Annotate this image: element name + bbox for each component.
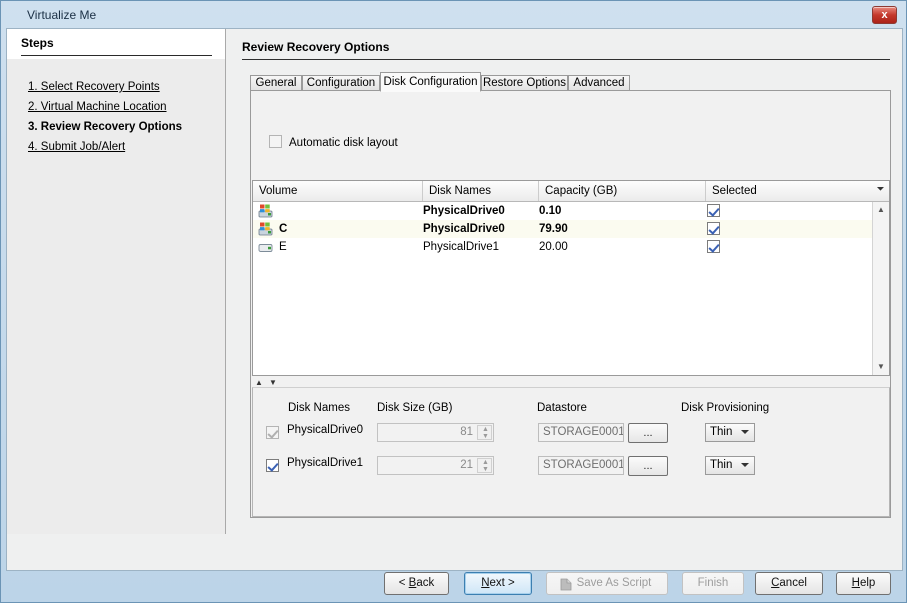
disk-size-value-physicaldrive0: 81 bbox=[460, 426, 473, 438]
datastore-field-physicaldrive0[interactable]: STORAGE0001 bbox=[538, 423, 624, 442]
back-button-prefix: < bbox=[399, 577, 409, 589]
close-icon[interactable]: x bbox=[872, 6, 897, 24]
save-as-script-label: Save As Script bbox=[577, 577, 652, 589]
system-volume-icon bbox=[258, 222, 275, 236]
sidebar-item-review-recovery-options: 3. Review Recovery Options bbox=[28, 121, 182, 133]
page-title-divider bbox=[242, 59, 890, 60]
cell-disk-name: PhysicalDrive1 bbox=[423, 238, 499, 256]
disk-provisioning-select-physicaldrive1[interactable]: Thin bbox=[705, 456, 755, 475]
page-title: Review Recovery Options bbox=[242, 40, 389, 54]
sidebar-item-select-recovery-points[interactable]: 1. Select Recovery Points bbox=[28, 81, 160, 93]
cancel-button[interactable]: Cancel bbox=[755, 572, 823, 595]
disk-size-stepper-physicaldrive1[interactable]: 21 ▲▼ bbox=[377, 456, 494, 475]
disk-size-stepper-physicaldrive0[interactable]: 81 ▲▼ bbox=[377, 423, 494, 442]
finish-button-label: Finish bbox=[698, 577, 729, 589]
cell-volume: E bbox=[279, 238, 287, 256]
volumes-grid-header: Volume Disk Names Capacity (GB) Selected… bbox=[253, 181, 889, 202]
steps-sidebar: Steps 1. Select Recovery Points 2. Virtu… bbox=[7, 29, 226, 534]
detail-header-disk-size: Disk Size (GB) bbox=[377, 402, 452, 414]
cell-selected-checkbox[interactable] bbox=[707, 204, 720, 217]
column-header-selected[interactable]: Selected bbox=[706, 181, 873, 201]
tab-disk-configuration[interactable]: Disk Configuration bbox=[380, 72, 481, 92]
scroll-up-icon[interactable]: ▲ bbox=[873, 202, 889, 218]
disk-provisioning-value-physicaldrive0: Thin bbox=[710, 426, 732, 438]
splitter-collapse-down-icon[interactable]: ▼ bbox=[269, 379, 277, 387]
content-pane: Review Recovery Options General Configur… bbox=[226, 29, 902, 534]
detail-row-checkbox-physicaldrive0[interactable] bbox=[266, 426, 279, 439]
table-row[interactable]: PhysicalDrive0 0.10 bbox=[253, 202, 873, 220]
stepper-buttons-icon[interactable]: ▲▼ bbox=[477, 458, 492, 473]
tab-restore-options[interactable]: Restore Options bbox=[481, 75, 568, 91]
automatic-disk-layout-label: Automatic disk layout bbox=[289, 137, 398, 149]
help-button-mnemonic: H bbox=[852, 577, 860, 589]
automatic-disk-layout-checkbox[interactable] bbox=[269, 135, 282, 148]
column-header-volume[interactable]: Volume bbox=[253, 181, 423, 201]
cell-disk-name: PhysicalDrive0 bbox=[423, 202, 505, 220]
cell-capacity: 79.90 bbox=[539, 220, 568, 238]
steps-heading: Steps bbox=[21, 36, 54, 50]
detail-row-name-physicaldrive0: PhysicalDrive0 bbox=[287, 424, 363, 436]
detail-row-checkbox-physicaldrive1[interactable] bbox=[266, 459, 279, 472]
detail-header-disk-provisioning: Disk Provisioning bbox=[681, 402, 769, 414]
script-icon bbox=[560, 578, 572, 591]
steps-divider bbox=[21, 55, 212, 56]
cell-disk-name: PhysicalDrive0 bbox=[423, 220, 505, 238]
save-as-script-button: Save As Script bbox=[546, 572, 668, 595]
title-bar: Virtualize Me x bbox=[5, 3, 904, 29]
tab-advanced[interactable]: Advanced bbox=[568, 75, 630, 91]
column-header-capacity[interactable]: Capacity (GB) bbox=[539, 181, 706, 201]
back-button[interactable]: < Back bbox=[384, 572, 449, 595]
datastore-field-physicaldrive1[interactable]: STORAGE0001 bbox=[538, 456, 624, 475]
cell-selected-checkbox[interactable] bbox=[707, 222, 720, 235]
chevron-down-icon bbox=[741, 463, 749, 467]
finish-button: Finish bbox=[682, 572, 744, 595]
detail-header-disk-names: Disk Names bbox=[288, 402, 350, 414]
next-button-mnemonic: N bbox=[481, 577, 489, 589]
help-button-label: elp bbox=[860, 577, 875, 589]
detail-header-datastore: Datastore bbox=[537, 402, 587, 414]
tab-panel-disk-configuration: Automatic disk layout Volume Disk Names … bbox=[250, 90, 891, 518]
cancel-button-label: ancel bbox=[779, 577, 807, 589]
detail-row-name-physicaldrive1: PhysicalDrive1 bbox=[287, 457, 363, 469]
tab-configuration[interactable]: Configuration bbox=[302, 75, 380, 91]
chevron-down-icon bbox=[741, 430, 749, 434]
chevron-double-down-icon[interactable]: ⏷ bbox=[872, 181, 889, 201]
back-button-label: ack bbox=[416, 577, 434, 589]
scroll-down-icon[interactable]: ▼ bbox=[873, 359, 889, 375]
drive-icon bbox=[258, 240, 275, 254]
table-row[interactable]: C PhysicalDrive0 79.90 bbox=[253, 220, 873, 238]
cell-capacity: 20.00 bbox=[539, 238, 568, 256]
tab-general[interactable]: General bbox=[250, 75, 302, 91]
disk-size-value-physicaldrive1: 21 bbox=[460, 459, 473, 471]
splitter-collapse-up-icon[interactable]: ▲ bbox=[255, 379, 263, 387]
next-button-label: ext > bbox=[490, 577, 515, 589]
column-header-disk-names[interactable]: Disk Names bbox=[423, 181, 539, 201]
automatic-disk-layout-row: Automatic disk layout bbox=[269, 135, 398, 149]
disk-detail-panel: Disk Names Disk Size (GB) Datastore Disk… bbox=[252, 387, 890, 517]
disk-provisioning-select-physicaldrive0[interactable]: Thin bbox=[705, 423, 755, 442]
next-button[interactable]: Next > bbox=[464, 572, 532, 595]
tab-strip: General Configuration Disk Configuration… bbox=[250, 72, 891, 91]
stepper-buttons-icon[interactable]: ▲▼ bbox=[477, 425, 492, 440]
disk-provisioning-value-physicaldrive1: Thin bbox=[710, 459, 732, 471]
help-button[interactable]: Help bbox=[836, 572, 891, 595]
table-row[interactable]: E PhysicalDrive1 20.00 bbox=[253, 238, 873, 256]
sidebar-item-virtual-machine-location[interactable]: 2. Virtual Machine Location bbox=[28, 101, 167, 113]
cell-selected-checkbox[interactable] bbox=[707, 240, 720, 253]
cell-volume: C bbox=[279, 220, 287, 238]
footer-button-bar: < Back Next > Save As Script Finish Canc… bbox=[6, 572, 903, 601]
grid-vertical-scrollbar[interactable]: ▲ ▼ bbox=[872, 202, 889, 375]
sidebar-item-submit-job-alert[interactable]: 4. Submit Job/Alert bbox=[28, 141, 125, 153]
datastore-browse-button-physicaldrive1[interactable]: ... bbox=[628, 456, 668, 476]
system-volume-icon bbox=[258, 204, 275, 218]
volumes-grid: Volume Disk Names Capacity (GB) Selected… bbox=[252, 180, 890, 376]
dialog-window: Virtualize Me x Steps 1. Select Recovery… bbox=[0, 0, 907, 603]
window-title: Virtualize Me bbox=[27, 8, 96, 22]
datastore-browse-button-physicaldrive0[interactable]: ... bbox=[628, 423, 668, 443]
cell-capacity: 0.10 bbox=[539, 202, 561, 220]
client-area: Steps 1. Select Recovery Points 2. Virtu… bbox=[6, 28, 903, 571]
